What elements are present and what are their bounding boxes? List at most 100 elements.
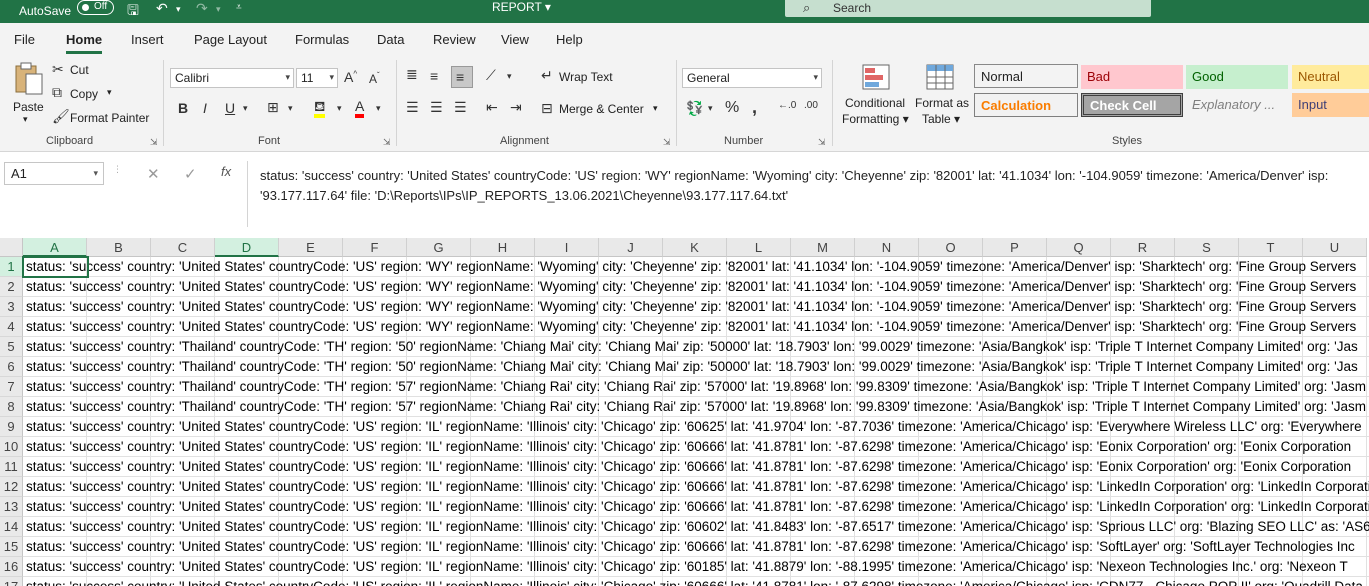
number-format-select[interactable]: General ▾: [682, 68, 822, 88]
font-size-select[interactable]: 11 ▾: [296, 68, 338, 88]
tab-view[interactable]: View: [501, 32, 529, 47]
insert-function-icon[interactable]: fx: [221, 164, 231, 179]
column-header-l[interactable]: L: [727, 238, 791, 257]
cell-a17[interactable]: status: 'success' country: 'United State…: [26, 577, 1363, 586]
cell-a6[interactable]: status: 'success' country: 'Thailand' co…: [26, 357, 1358, 377]
cell-a14[interactable]: status: 'success' country: 'United State…: [26, 517, 1369, 537]
column-header-c[interactable]: C: [151, 238, 215, 257]
column-header-t[interactable]: T: [1239, 238, 1303, 257]
paste-button[interactable]: Paste ▾: [10, 60, 46, 126]
font-color-icon[interactable]: A: [355, 98, 365, 118]
cell-a11[interactable]: status: 'success' country: 'United State…: [26, 457, 1351, 477]
column-header-j[interactable]: J: [599, 238, 663, 257]
column-header-h[interactable]: H: [471, 238, 535, 257]
fill-color-icon[interactable]: ⛾: [314, 98, 326, 118]
cell-a4[interactable]: status: 'success' country: 'United State…: [26, 317, 1356, 337]
merge-dropdown-icon[interactable]: ▾: [653, 103, 658, 114]
column-header-g[interactable]: G: [407, 238, 471, 257]
column-header-n[interactable]: N: [855, 238, 919, 257]
style-neutral[interactable]: Neutral: [1292, 65, 1369, 89]
redo-dropdown-icon[interactable]: ▾: [216, 4, 221, 15]
align-bottom-button[interactable]: ≡: [451, 66, 473, 88]
merge-center-icon[interactable]: ⊟: [541, 100, 553, 117]
orientation-dropdown-icon[interactable]: ▾: [507, 71, 512, 82]
column-header-d[interactable]: D: [215, 238, 279, 257]
spreadsheet-grid[interactable]: A B C D E F G H I J K L M N O P Q R S T U 1 status: 'success' …: [0, 238, 1369, 586]
borders-icon[interactable]: ⊞: [267, 99, 279, 116]
font-name-select[interactable]: Calibri ▾: [170, 68, 294, 88]
format-as-table-button[interactable]: Format as Table ▾: [914, 62, 970, 128]
cell-a13[interactable]: status: 'success' country: 'United State…: [26, 497, 1369, 517]
italic-icon[interactable]: I: [203, 100, 207, 116]
row-header-14[interactable]: 14: [0, 517, 23, 537]
copy-icon[interactable]: ⧉: [52, 84, 62, 101]
row-header-4[interactable]: 4: [0, 317, 23, 337]
style-normal[interactable]: Normal: [974, 64, 1078, 88]
style-bad[interactable]: Bad: [1081, 65, 1183, 89]
row-header-7[interactable]: 7: [0, 377, 23, 397]
name-box[interactable]: A1 ▾: [4, 162, 104, 185]
font-color-dropdown-icon[interactable]: ▾: [376, 103, 381, 114]
cut-button[interactable]: Cut: [70, 63, 89, 77]
column-header-i[interactable]: I: [535, 238, 599, 257]
column-header-k[interactable]: K: [663, 238, 727, 257]
column-header-e[interactable]: E: [279, 238, 343, 257]
alignment-launcher-icon[interactable]: ⇲: [663, 137, 671, 148]
cell-a15[interactable]: status: 'success' country: 'United State…: [26, 537, 1355, 557]
align-right-icon[interactable]: ☰: [454, 99, 467, 116]
accounting-dropdown-icon[interactable]: ▾: [708, 103, 713, 114]
align-top-icon[interactable]: ≣: [406, 66, 418, 83]
row-header-8[interactable]: 8: [0, 397, 23, 417]
underline-dropdown-icon[interactable]: ▾: [243, 103, 248, 114]
decrease-decimal-icon[interactable]: .00: [804, 100, 818, 111]
comma-style-icon[interactable]: ,: [752, 97, 757, 118]
copy-button[interactable]: Copy: [70, 87, 98, 101]
tab-insert[interactable]: Insert: [131, 32, 164, 47]
cell-a12[interactable]: status: 'success' country: 'United State…: [26, 477, 1369, 497]
undo-dropdown-icon[interactable]: ▾: [176, 4, 181, 15]
row-header-9[interactable]: 9: [0, 417, 23, 437]
conditional-formatting-button[interactable]: Conditional Formatting ▾: [842, 62, 912, 128]
align-center-icon[interactable]: ☰: [430, 99, 443, 116]
increase-indent-icon[interactable]: ⇥: [510, 99, 522, 116]
enter-icon[interactable]: ✓: [184, 165, 197, 183]
document-title[interactable]: REPORT ▾: [492, 0, 551, 14]
borders-dropdown-icon[interactable]: ▾: [288, 103, 293, 114]
fill-color-dropdown-icon[interactable]: ▾: [337, 103, 342, 114]
increase-decimal-icon[interactable]: ←.0: [778, 100, 796, 111]
style-explanatory[interactable]: Explanatory ...: [1186, 93, 1288, 117]
wrap-text-icon[interactable]: ↵: [541, 67, 553, 84]
align-middle-icon[interactable]: ≡: [430, 68, 438, 84]
row-header-3[interactable]: 3: [0, 297, 23, 317]
cell-a1[interactable]: status: 'success' country: 'United State…: [26, 257, 1356, 277]
autosave-toggle[interactable]: Off: [77, 0, 114, 15]
tab-file[interactable]: File: [14, 32, 35, 47]
tab-formulas[interactable]: Formulas: [295, 32, 349, 47]
column-header-f[interactable]: F: [343, 238, 407, 257]
cell-a10[interactable]: status: 'success' country: 'United State…: [26, 437, 1351, 457]
merge-center-button[interactable]: Merge & Center: [559, 102, 644, 116]
cell-a9[interactable]: status: 'success' country: 'United State…: [26, 417, 1362, 437]
row-header-2[interactable]: 2: [0, 277, 23, 297]
tab-page-layout[interactable]: Page Layout: [194, 32, 267, 47]
decrease-font-icon[interactable]: Aˇ: [369, 71, 380, 86]
row-header-10[interactable]: 10: [0, 437, 23, 457]
tab-help[interactable]: Help: [556, 32, 583, 47]
cell-a8[interactable]: status: 'success' country: 'Thailand' co…: [26, 397, 1366, 417]
bold-icon[interactable]: B: [178, 100, 188, 116]
column-header-r[interactable]: R: [1111, 238, 1175, 257]
cell-a7[interactable]: status: 'success' country: 'Thailand' co…: [26, 377, 1366, 397]
customize-toolbar-icon[interactable]: ⩡: [236, 2, 242, 13]
font-launcher-icon[interactable]: ⇲: [383, 137, 391, 148]
cell-a5[interactable]: status: 'success' country: 'Thailand' co…: [26, 337, 1358, 357]
column-header-p[interactable]: P: [983, 238, 1047, 257]
row-header-12[interactable]: 12: [0, 477, 23, 497]
cell-a2[interactable]: status: 'success' country: 'United State…: [26, 277, 1356, 297]
number-launcher-icon[interactable]: ⇲: [818, 137, 826, 148]
accounting-format-icon[interactable]: 💱: [686, 100, 703, 117]
row-header-5[interactable]: 5: [0, 337, 23, 357]
style-good[interactable]: Good: [1186, 65, 1288, 89]
column-header-a[interactable]: A: [23, 238, 87, 257]
cell-a16[interactable]: status: 'success' country: 'United State…: [26, 557, 1348, 577]
tab-home[interactable]: Home: [66, 32, 103, 54]
